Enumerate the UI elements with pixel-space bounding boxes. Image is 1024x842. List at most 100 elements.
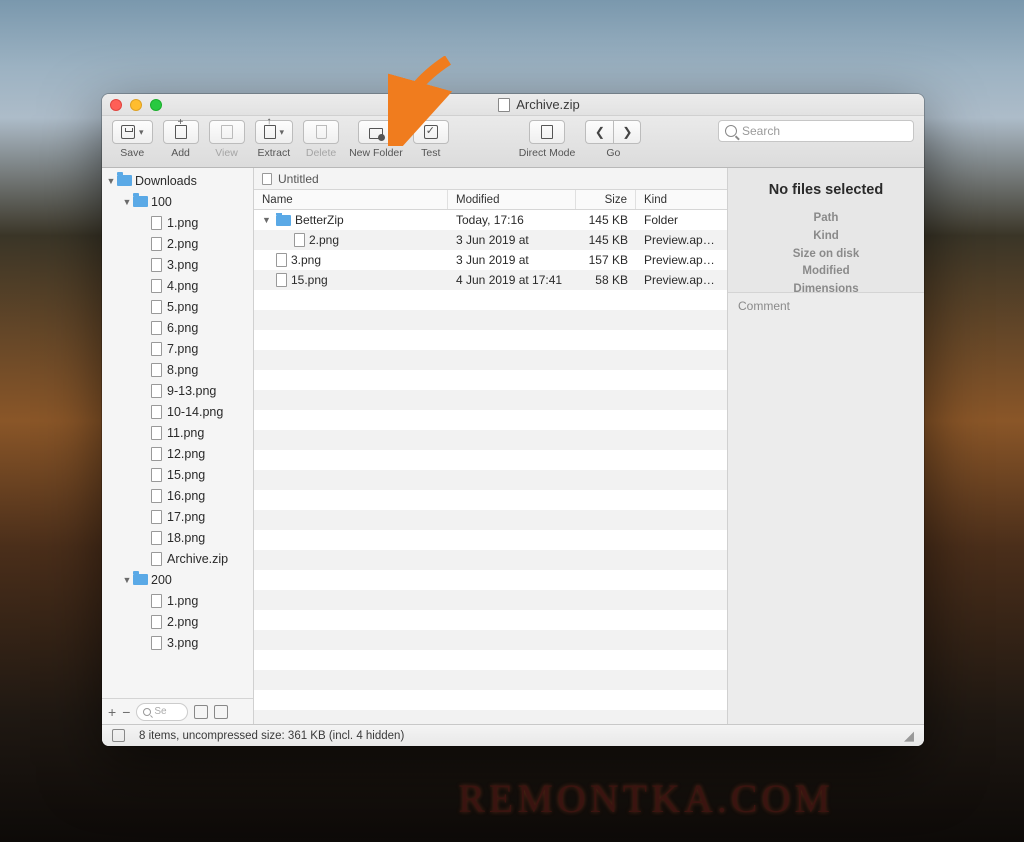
- tree-item-label: 11.png: [167, 426, 204, 440]
- table-row-empty: [254, 650, 727, 670]
- new-folder-button[interactable]: [358, 120, 394, 144]
- file-name: 3.png: [291, 253, 321, 267]
- sidebar-item-downloads[interactable]: ▼ Downloads: [102, 170, 253, 191]
- column-modified[interactable]: Modified: [448, 190, 576, 209]
- sidebar-file[interactable]: 5.png: [102, 296, 253, 317]
- sidebar-file[interactable]: 7.png: [102, 338, 253, 359]
- file-icon: [148, 362, 164, 378]
- sidebar-file[interactable]: 1.png: [102, 212, 253, 233]
- sidebar-file[interactable]: 11.png: [102, 422, 253, 443]
- sidebar-file[interactable]: 1.png: [102, 590, 253, 611]
- file-name: 15.png: [291, 273, 328, 287]
- trash-icon: [316, 125, 327, 139]
- sidebar-file[interactable]: 16.png: [102, 485, 253, 506]
- sidebar-file[interactable]: 6.png: [102, 317, 253, 338]
- table-row-empty: [254, 610, 727, 630]
- file-modified: 3 Jun 2019 at: [448, 233, 576, 247]
- delete-button[interactable]: [303, 120, 339, 144]
- column-name[interactable]: Name: [254, 190, 448, 209]
- table-row-empty: [254, 530, 727, 550]
- disclosure-triangle-icon[interactable]: ▼: [122, 197, 132, 207]
- sidebar-file[interactable]: 2.png: [102, 611, 253, 632]
- sidebar-file[interactable]: 10-14.png: [102, 401, 253, 422]
- close-button[interactable]: [110, 99, 122, 111]
- sidebar-file[interactable]: 8.png: [102, 359, 253, 380]
- folder-icon: [276, 215, 291, 226]
- sidebar-file[interactable]: 17.png: [102, 506, 253, 527]
- file-icon: [148, 446, 164, 462]
- sidebar-search-input[interactable]: Se: [136, 703, 188, 721]
- test-label: Test: [421, 147, 440, 159]
- document-icon: [262, 173, 272, 185]
- search-input[interactable]: Search: [718, 120, 914, 142]
- table-row-empty: [254, 450, 727, 470]
- sidebar-file[interactable]: 15.png: [102, 464, 253, 485]
- file-rows: ▼BetterZipToday, 17:16145 KBFolder2.png3…: [254, 210, 727, 724]
- file-icon: [148, 530, 164, 546]
- chevron-down-icon: ▾: [280, 127, 285, 138]
- go-back-button[interactable]: ❮: [585, 120, 613, 144]
- table-row-empty: [254, 350, 727, 370]
- resize-grip-icon[interactable]: ◢: [904, 728, 914, 744]
- sidebar-file[interactable]: 18.png: [102, 527, 253, 548]
- sidebar-folder-100[interactable]: ▼100: [102, 191, 253, 212]
- sidebar-file[interactable]: 9-13.png: [102, 380, 253, 401]
- table-row-empty: [254, 630, 727, 650]
- window-titlebar[interactable]: Archive.zip: [102, 94, 924, 116]
- table-row[interactable]: 3.png3 Jun 2019 at157 KBPreview.app Doc: [254, 250, 727, 270]
- file-icon: [148, 320, 164, 336]
- tree-item-label: 16.png: [167, 489, 205, 503]
- disclosure-triangle-icon[interactable]: ▼: [122, 575, 132, 585]
- expand-icon[interactable]: [112, 729, 125, 742]
- extract-icon: [264, 125, 276, 139]
- sidebar-folder-200[interactable]: ▼200: [102, 569, 253, 590]
- sidebar-toolbar: + − Se: [102, 698, 253, 724]
- path-bar[interactable]: Untitled: [254, 168, 727, 190]
- column-size[interactable]: Size: [576, 190, 636, 209]
- folder-icon: [132, 572, 148, 588]
- add-icon: [175, 125, 187, 139]
- save-label: Save: [120, 147, 144, 159]
- file-icon: [148, 488, 164, 504]
- test-button[interactable]: [413, 120, 449, 144]
- sidebar-file[interactable]: 3.png: [102, 254, 253, 275]
- tree-item-label: 12.png: [167, 447, 205, 461]
- add-button[interactable]: [163, 120, 199, 144]
- table-row-empty: [254, 510, 727, 530]
- file-list-pane: Untitled Name Modified Size Kind ▼ Better…: [254, 168, 727, 724]
- tree-item-label: Downloads: [135, 174, 197, 188]
- file-kind: Preview.app Doc: [636, 233, 727, 247]
- preview-toggle-icon[interactable]: [214, 705, 228, 719]
- file-name: 2.png: [309, 233, 339, 247]
- go-forward-button[interactable]: ❯: [613, 120, 641, 144]
- zoom-button[interactable]: [150, 99, 162, 111]
- status-text: 8 items, uncompressed size: 361 KB (incl…: [139, 730, 404, 742]
- add-folder-button[interactable]: +: [108, 704, 116, 720]
- remove-folder-button[interactable]: −: [122, 704, 130, 720]
- table-row[interactable]: 2.png3 Jun 2019 at145 KBPreview.app Doc: [254, 230, 727, 250]
- extract-button[interactable]: ▾: [255, 120, 294, 144]
- save-button[interactable]: ▾: [112, 120, 153, 144]
- view-label: View: [215, 147, 238, 159]
- minimize-button[interactable]: [130, 99, 142, 111]
- view-button[interactable]: [209, 120, 245, 144]
- disclosure-triangle-icon[interactable]: ▼: [262, 215, 272, 225]
- sidebar-file[interactable]: 4.png: [102, 275, 253, 296]
- table-row-empty: [254, 470, 727, 490]
- tree-item-label: 4.png: [167, 279, 198, 293]
- table-row[interactable]: 15.png4 Jun 2019 at 17:4158 KBPreview.ap…: [254, 270, 727, 290]
- table-row[interactable]: ▼BetterZipToday, 17:16145 KBFolder: [254, 210, 727, 230]
- preset-icon[interactable]: [194, 705, 208, 719]
- file-name: BetterZip: [295, 213, 344, 227]
- disclosure-triangle-icon[interactable]: ▼: [106, 176, 116, 186]
- sidebar-file[interactable]: 3.png: [102, 632, 253, 653]
- file-size: 145 KB: [576, 213, 636, 227]
- sidebar-file[interactable]: 2.png: [102, 233, 253, 254]
- file-icon: [148, 635, 164, 651]
- column-kind[interactable]: Kind: [636, 190, 727, 209]
- sidebar-file[interactable]: 12.png: [102, 443, 253, 464]
- checkmark-icon: [424, 125, 438, 139]
- direct-mode-button[interactable]: [529, 120, 565, 144]
- folder-icon: [116, 173, 132, 189]
- sidebar-file[interactable]: Archive.zip: [102, 548, 253, 569]
